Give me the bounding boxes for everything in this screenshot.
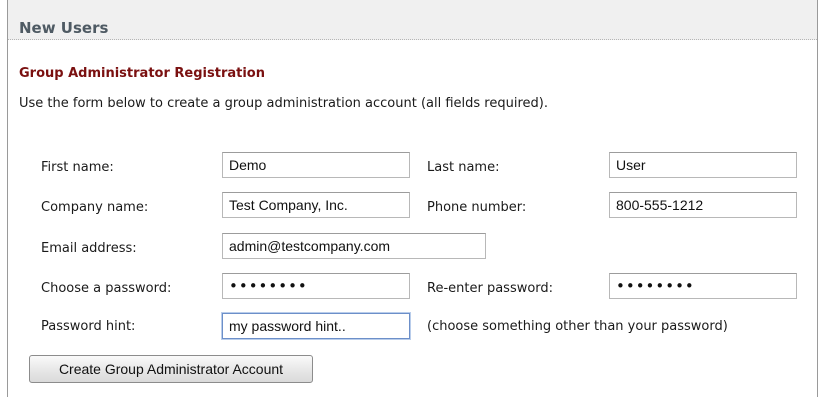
last-name-field[interactable] xyxy=(609,152,797,178)
new-users-panel: New Users Group Administrator Registrati… xyxy=(7,0,818,397)
phone-number-label: Phone number: xyxy=(427,200,527,215)
create-account-button[interactable]: Create Group Administrator Account xyxy=(29,355,313,383)
last-name-label: Last name: xyxy=(427,160,500,175)
password-hint-note: (choose something other than your passwo… xyxy=(427,319,728,334)
reenter-password-field[interactable] xyxy=(609,273,797,299)
email-address-label: Email address: xyxy=(41,241,137,256)
password-hint-field[interactable] xyxy=(222,313,410,339)
choose-password-label: Choose a password: xyxy=(41,281,172,296)
section-title: New Users xyxy=(19,19,109,37)
first-name-field[interactable] xyxy=(222,152,410,178)
company-name-field[interactable] xyxy=(222,192,410,218)
form-heading: Group Administrator Registration xyxy=(19,66,265,81)
phone-number-field[interactable] xyxy=(609,192,797,218)
section-header: New Users xyxy=(8,0,817,40)
password-hint-label: Password hint: xyxy=(41,319,136,334)
password-field[interactable] xyxy=(222,273,410,299)
first-name-label: First name: xyxy=(41,160,114,175)
reenter-password-label: Re-enter password: xyxy=(427,281,554,296)
company-name-label: Company name: xyxy=(41,200,149,215)
form-description: Use the form below to create a group adm… xyxy=(19,96,548,111)
email-address-field[interactable] xyxy=(222,233,486,259)
